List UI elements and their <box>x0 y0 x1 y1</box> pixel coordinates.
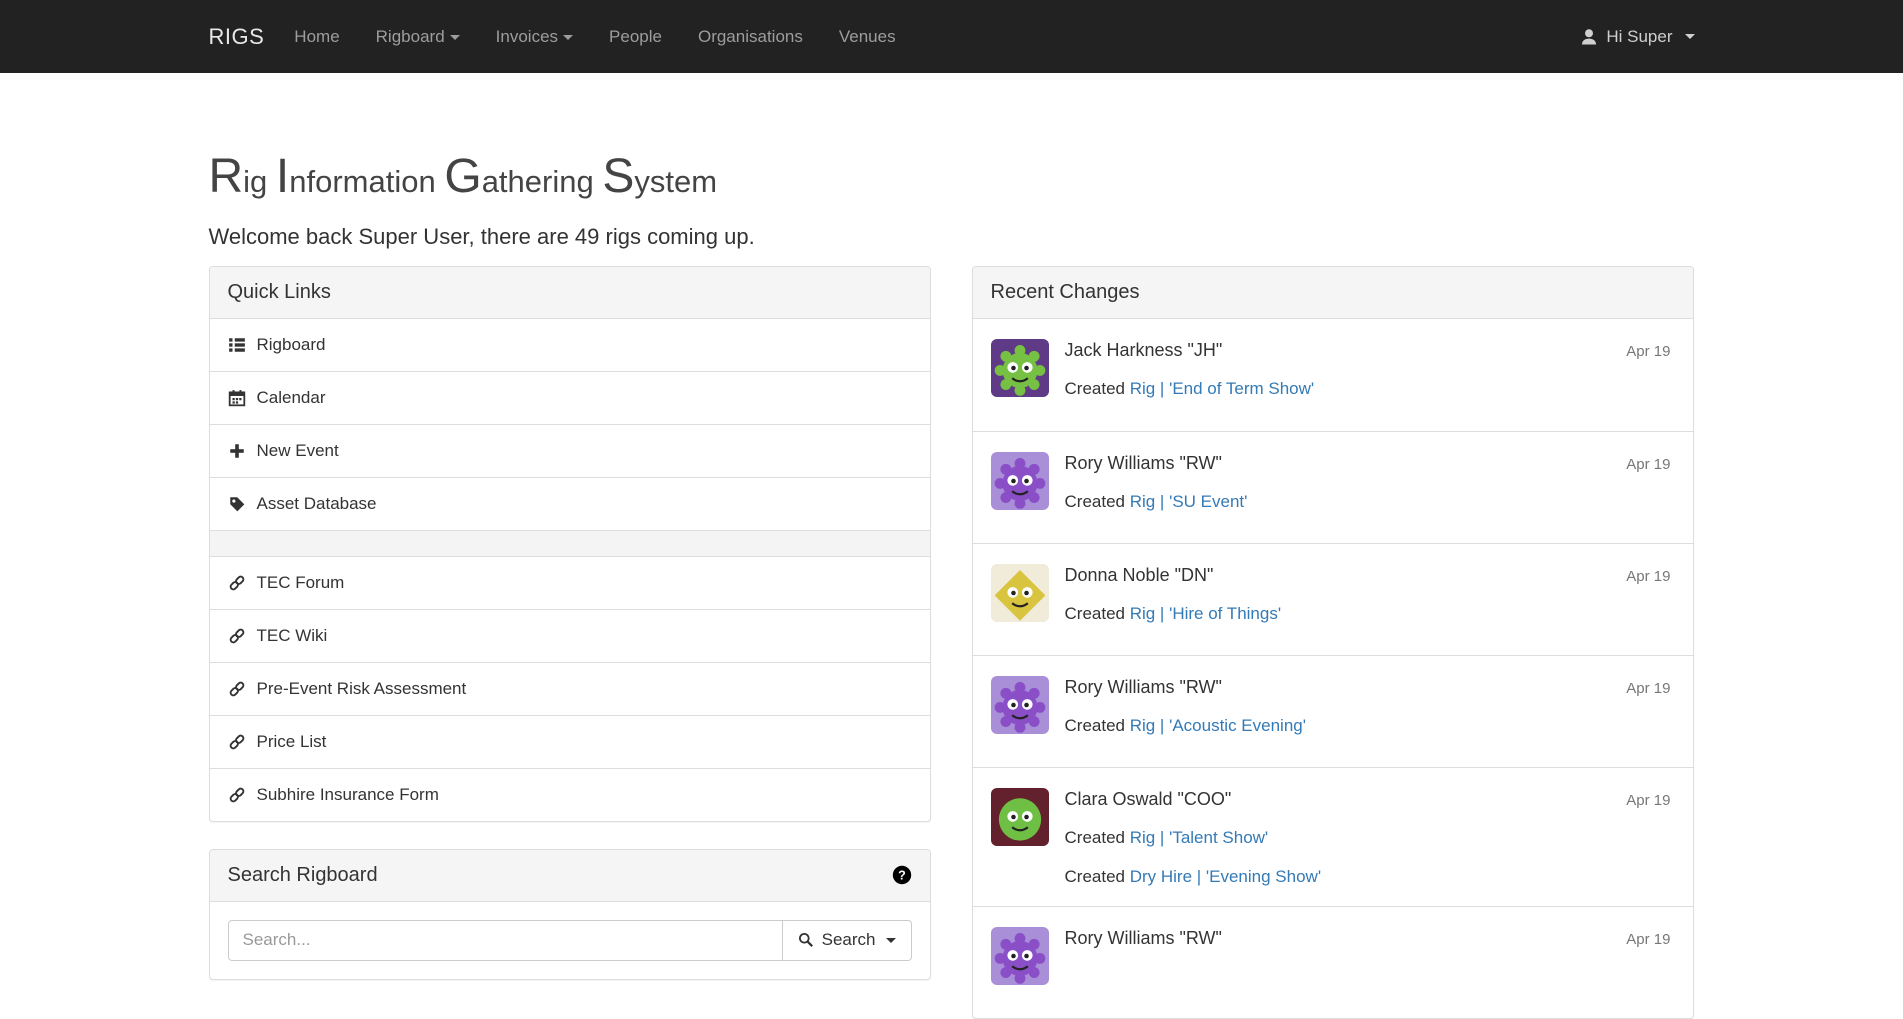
change-line: Created Rig | 'Talent Show' <box>1065 827 1671 849</box>
change-action: Created <box>1065 604 1130 623</box>
link-icon <box>228 574 246 592</box>
recent-change-item: Clara Oswald "COO" Apr 19 Created Rig | … <box>973 767 1693 906</box>
person-name: Jack Harkness "JH" <box>1065 339 1223 361</box>
recent-change-item: Rory Williams "RW" Apr 19 <box>973 906 1693 1018</box>
nav-item: Venues <box>821 0 914 73</box>
person-name: Rory Williams "RW" <box>1065 927 1222 949</box>
change-line: Created Rig | 'End of Term Show' <box>1065 378 1671 400</box>
search-input[interactable] <box>228 920 783 961</box>
user-menu[interactable]: Hi Super <box>1579 0 1694 73</box>
search-panel-title: Search Rigboard <box>228 864 378 887</box>
nav-item: Organisations <box>680 0 821 73</box>
change-action: Created <box>1065 828 1130 847</box>
person-name: Rory Williams "RW" <box>1065 452 1222 474</box>
link-icon <box>228 627 246 645</box>
quick-links-separator <box>210 530 930 556</box>
recent-change-item: Rory Williams "RW" Apr 19 Created Rig | … <box>973 655 1693 767</box>
plus-icon <box>228 442 246 460</box>
change-date: Apr 19 <box>1626 680 1670 697</box>
help-icon[interactable]: ? <box>892 865 912 885</box>
person-name: Rory Williams "RW" <box>1065 676 1222 698</box>
quick-link-rigboard[interactable]: Rigboard <box>210 319 930 371</box>
change-link[interactable]: Dry Hire | 'Evening Show' <box>1130 867 1321 886</box>
quick-link-external[interactable]: Pre-Event Risk Assessment <box>210 662 930 715</box>
main-nav: Home Rigboard Invoices People Organisati… <box>276 0 913 73</box>
quick-link-asset-database[interactable]: Asset Database <box>210 477 930 530</box>
chevron-down-icon <box>450 35 460 40</box>
change-date: Apr 19 <box>1626 792 1670 809</box>
person-name: Donna Noble "DN" <box>1065 564 1214 586</box>
quick-links-list: Rigboard Calend <box>210 319 930 821</box>
avatar <box>991 564 1049 622</box>
nav-link[interactable]: Home <box>276 0 357 73</box>
quick-link-external[interactable]: TEC Wiki <box>210 609 930 662</box>
nav-item: Invoices <box>478 0 591 73</box>
change-link[interactable]: Rig | 'SU Event' <box>1130 492 1248 511</box>
user-menu-label: Hi Super <box>1606 27 1672 47</box>
search-rigboard-panel: Search Rigboard ? Se <box>209 849 931 980</box>
chevron-down-icon <box>563 35 573 40</box>
link-icon <box>228 733 246 751</box>
chevron-down-icon <box>886 938 896 943</box>
nav-item: Rigboard <box>358 0 478 73</box>
calendar-icon <box>228 389 246 407</box>
navbar: RIGS Home Rigboard Invoices People <box>0 0 1903 73</box>
brand-link[interactable]: RIGS <box>209 0 265 73</box>
change-line: Created Rig | 'Hire of Things' <box>1065 603 1671 625</box>
avatar <box>991 788 1049 846</box>
recent-change-item: Donna Noble "DN" Apr 19 Created Rig | 'H… <box>973 543 1693 655</box>
nav-link[interactable]: Invoices <box>478 0 591 73</box>
quick-links-panel: Quick Links Rigboard <box>209 266 931 822</box>
quick-link-external[interactable]: TEC Forum <box>210 556 930 609</box>
nav-link[interactable]: People <box>591 0 680 73</box>
avatar <box>991 927 1049 985</box>
recent-changes-title: Recent Changes <box>991 281 1140 304</box>
change-link[interactable]: Rig | 'Hire of Things' <box>1130 604 1281 623</box>
change-line: Created Rig | 'Acoustic Evening' <box>1065 715 1671 737</box>
change-link[interactable]: Rig | 'End of Term Show' <box>1130 379 1314 398</box>
search-button[interactable]: Search <box>782 920 912 961</box>
nav-link[interactable]: Venues <box>821 0 914 73</box>
link-icon <box>228 680 246 698</box>
quick-link-external[interactable]: Price List <box>210 715 930 768</box>
avatar <box>991 676 1049 734</box>
nav-item: People <box>591 0 680 73</box>
recent-changes-list: Jack Harkness "JH" Apr 19 Created Rig | … <box>973 319 1693 1018</box>
list-icon <box>228 336 246 354</box>
change-date: Apr 19 <box>1626 931 1670 948</box>
nav-item: Home <box>276 0 357 73</box>
tag-icon <box>228 495 246 513</box>
change-link[interactable]: Rig | 'Talent Show' <box>1130 828 1268 847</box>
change-date: Apr 19 <box>1626 568 1670 585</box>
svg-text:?: ? <box>898 869 906 883</box>
change-action: Created <box>1065 492 1130 511</box>
change-date: Apr 19 <box>1626 456 1670 473</box>
welcome-message: Welcome back Super User, there are 49 ri… <box>209 224 1695 250</box>
search-button-label: Search <box>822 930 876 950</box>
change-date: Apr 19 <box>1626 343 1670 360</box>
change-link[interactable]: Rig | 'Acoustic Evening' <box>1130 716 1306 735</box>
nav-link[interactable]: Rigboard <box>358 0 478 73</box>
change-action: Created <box>1065 379 1130 398</box>
recent-changes-panel: Recent Changes <box>972 266 1694 1019</box>
recent-change-item: Jack Harkness "JH" Apr 19 Created Rig | … <box>973 319 1693 431</box>
change-line: Created Rig | 'SU Event' <box>1065 491 1671 513</box>
avatar <box>991 452 1049 510</box>
change-line: Created Dry Hire | 'Evening Show' <box>1065 866 1671 888</box>
quick-link-new-event[interactable]: New Event <box>210 424 930 477</box>
user-icon <box>1579 27 1599 47</box>
recent-change-item: Rory Williams "RW" Apr 19 Created Rig | … <box>973 431 1693 543</box>
page-title: Rig Information Gathering System <box>209 151 1695 204</box>
change-action: Created <box>1065 716 1130 735</box>
nav-link[interactable]: Organisations <box>680 0 821 73</box>
quick-link-calendar[interactable]: Calendar <box>210 371 930 424</box>
quick-link-external[interactable]: Subhire Insurance Form <box>210 768 930 821</box>
chevron-down-icon <box>1685 34 1695 39</box>
search-icon <box>798 932 814 948</box>
change-action: Created <box>1065 867 1130 886</box>
person-name: Clara Oswald "COO" <box>1065 788 1232 810</box>
link-icon <box>228 786 246 804</box>
avatar <box>991 339 1049 397</box>
quick-links-title: Quick Links <box>228 281 331 304</box>
